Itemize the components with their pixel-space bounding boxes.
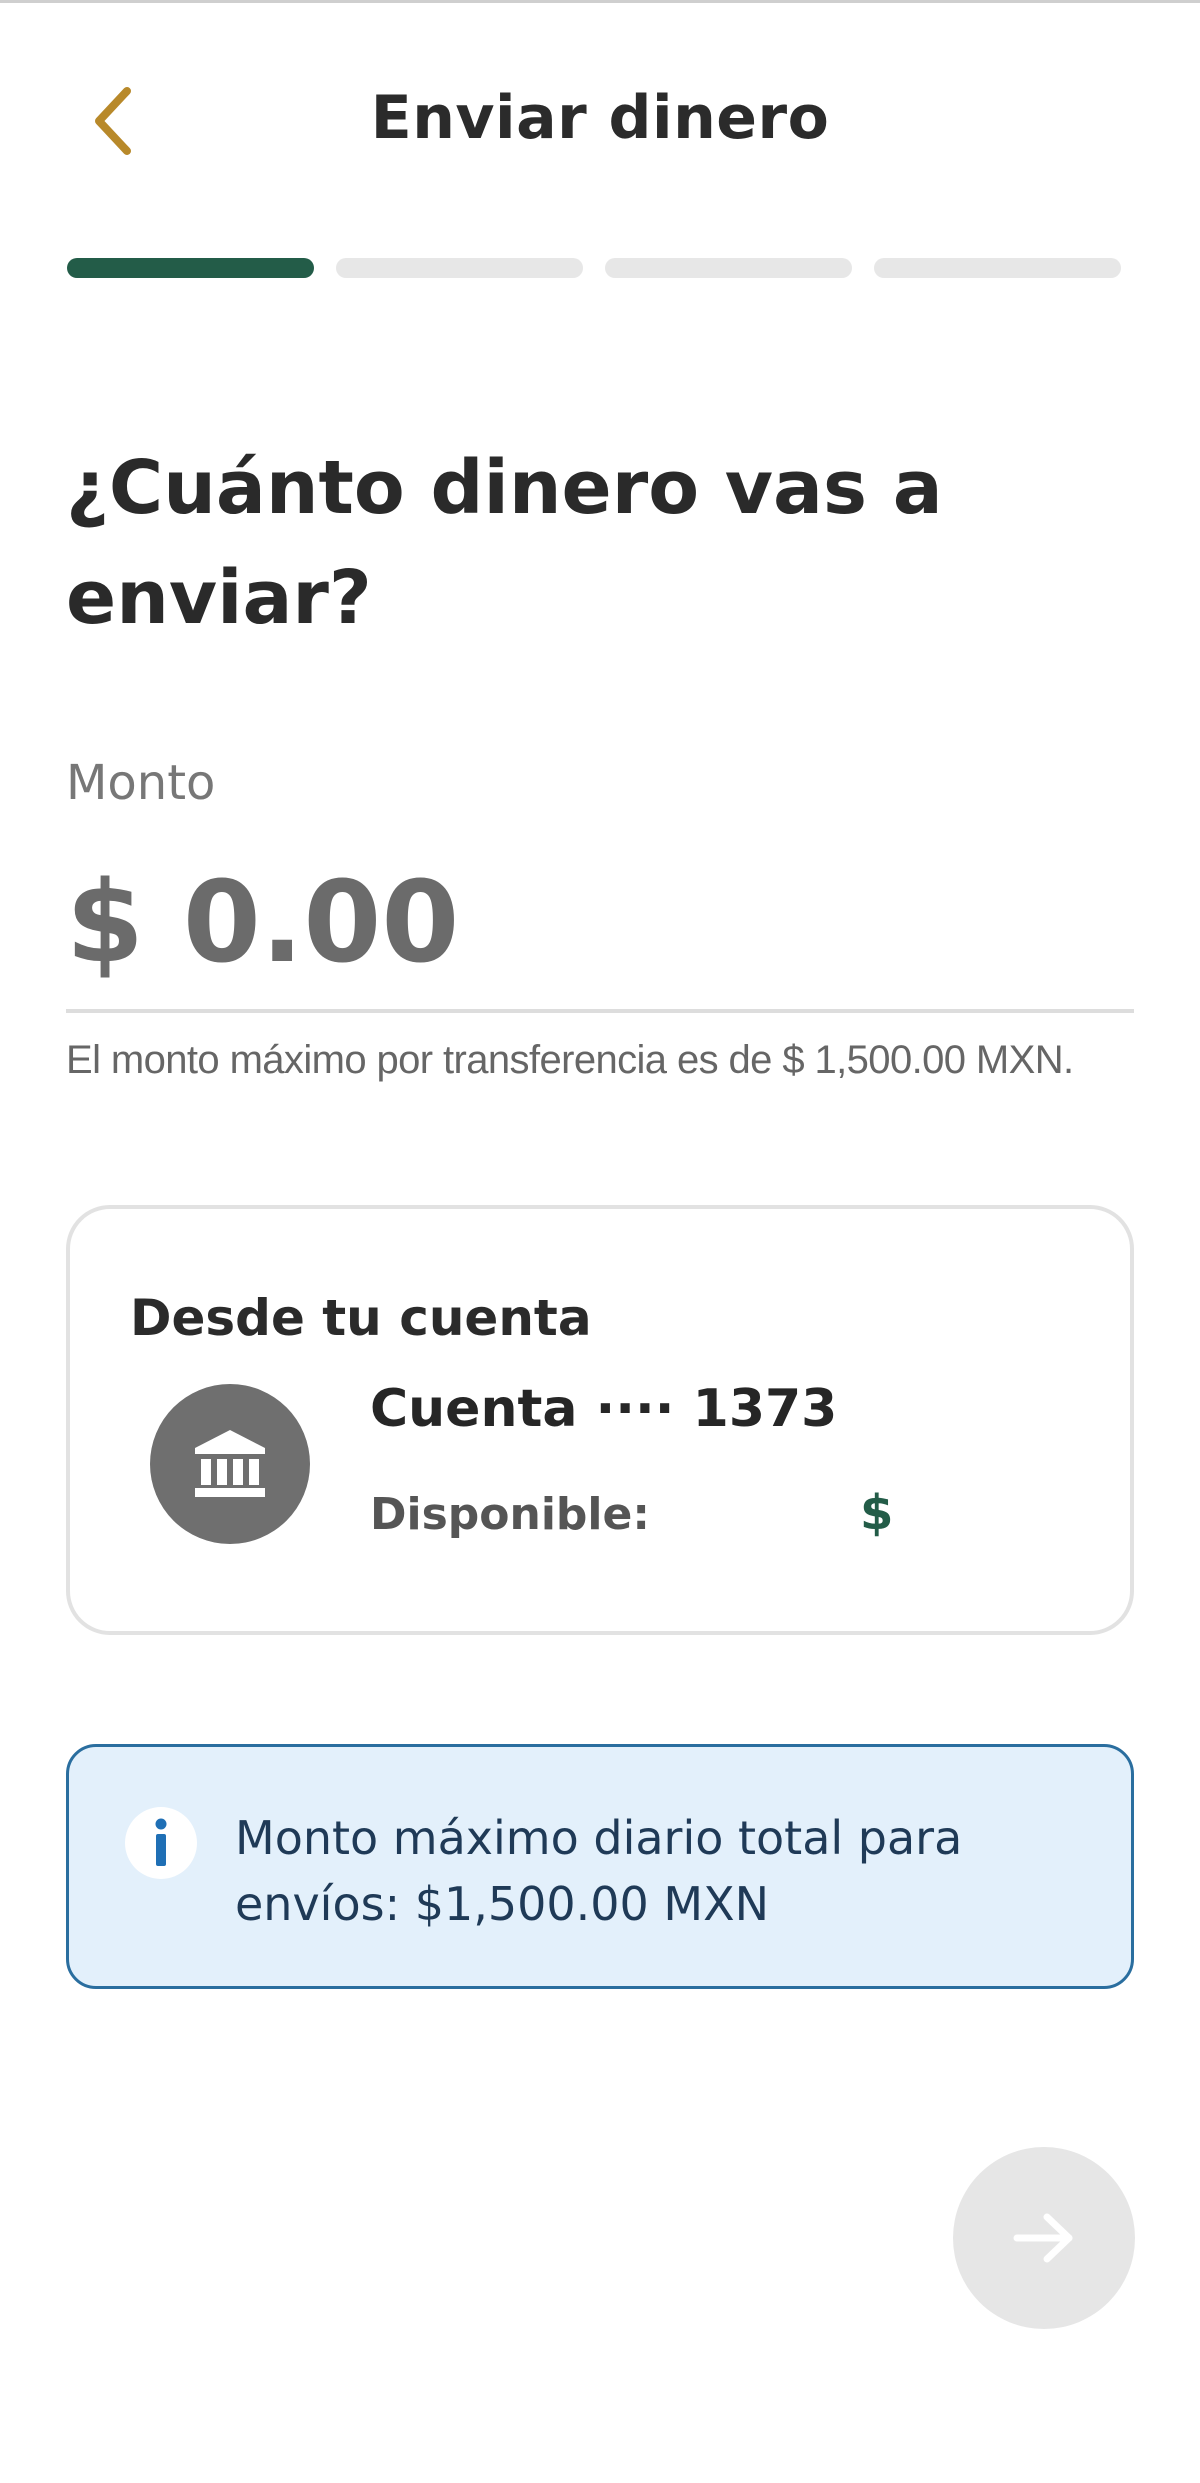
page-title: Enviar dinero	[370, 83, 830, 153]
daily-limit-banner: Monto máximo diario total para envíos: $…	[66, 1744, 1134, 1989]
max-transfer-note: El monto máximo por transferencia es de …	[66, 1038, 1074, 1082]
amount-input[interactable]: $ 0.00	[66, 858, 1134, 1013]
progress-step-1	[67, 258, 314, 278]
bank-avatar	[150, 1384, 310, 1544]
amount-value: $ 0.00	[66, 858, 460, 988]
arrow-right-icon	[1013, 2213, 1073, 2263]
card-title: Desde tu cuenta	[130, 1289, 592, 1347]
progress-step-3	[605, 258, 852, 278]
step-progress	[67, 258, 1121, 278]
available-balance: $	[860, 1485, 894, 1541]
progress-step-4	[874, 258, 1121, 278]
progress-step-2	[336, 258, 583, 278]
account-name: Cuenta ···· 1373	[370, 1379, 838, 1439]
send-money-screen: Enviar dinero ¿Cuánto dinero vas a envia…	[0, 0, 1200, 2483]
daily-limit-text: Monto máximo diario total para envíos: $…	[235, 1811, 963, 1931]
amount-label: Monto	[66, 755, 216, 811]
bank-icon	[195, 1430, 265, 1497]
next-button[interactable]	[953, 2147, 1135, 2329]
source-account-card[interactable]: Desde tu cuenta Cuenta ···· 1373 Disponi…	[66, 1205, 1134, 1635]
amount-question: ¿Cuánto dinero vas a enviar?	[66, 445, 943, 641]
available-label: Disponible:	[370, 1489, 650, 1540]
info-icon	[125, 1807, 197, 1879]
